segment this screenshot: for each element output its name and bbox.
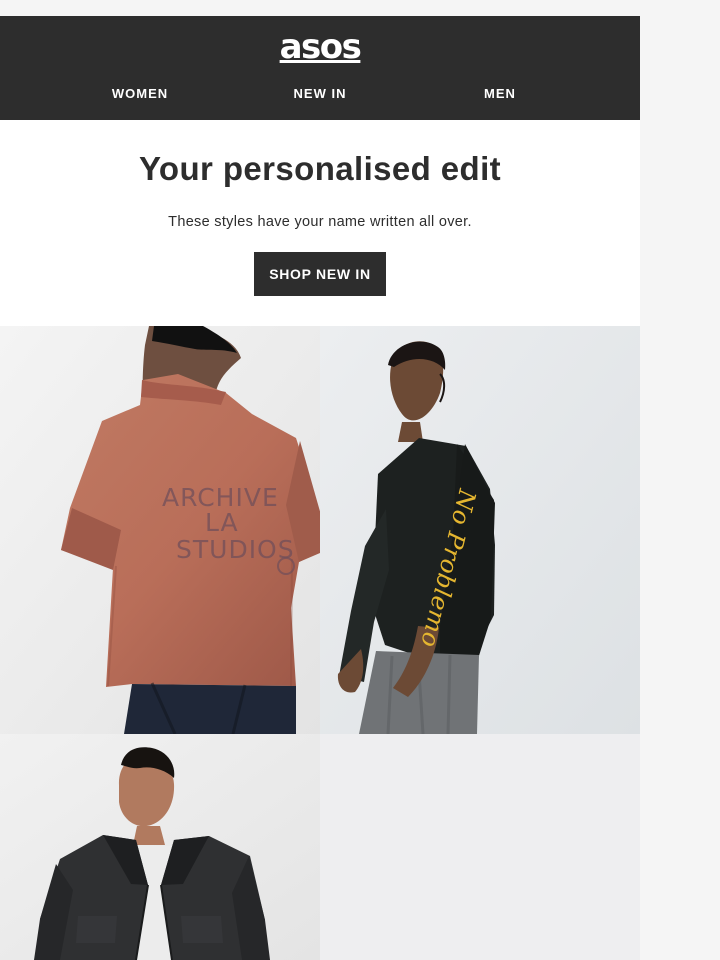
shirt-print-line-2: LA <box>205 508 239 537</box>
product-tile-leather-jacket[interactable] <box>0 734 320 960</box>
email-container: asos WOMEN NEW IN MEN Your personalised … <box>0 16 640 960</box>
product-tile-placeholder[interactable] <box>320 734 640 960</box>
nav-link-women[interactable]: WOMEN <box>40 86 240 101</box>
hero-subtitle: These styles have your name written all … <box>168 214 472 230</box>
hero-section: Your personalised edit These styles have… <box>0 120 640 326</box>
product-image-rust-shirt: ARCHIVE LA STUDIOS <box>0 326 320 734</box>
nav-link-men[interactable]: MEN <box>400 86 600 101</box>
shirt-print-line-3: STUDIOS <box>176 535 295 564</box>
hero-title: Your personalised edit <box>138 150 502 187</box>
nav-link-new-in[interactable]: NEW IN <box>220 86 420 101</box>
product-image-black-sweater: No Problemo <box>320 326 640 734</box>
product-tile-rust-shirt[interactable]: ARCHIVE LA STUDIOS <box>0 326 320 734</box>
brand-logo[interactable]: asos <box>0 30 640 64</box>
product-image-leather-jacket <box>0 734 320 960</box>
email-header: asos WOMEN NEW IN MEN <box>0 16 640 120</box>
shop-new-in-button[interactable]: SHOP NEW IN <box>254 252 386 296</box>
product-tile-black-sweater[interactable]: No Problemo <box>320 326 640 734</box>
product-image-placeholder <box>320 734 640 960</box>
